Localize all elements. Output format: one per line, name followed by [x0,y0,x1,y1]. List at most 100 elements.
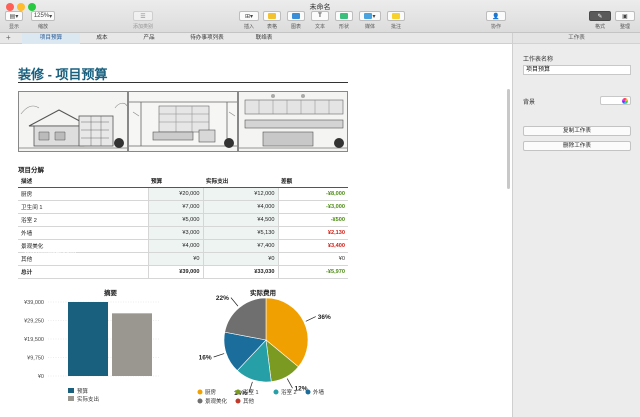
app-window: 未命名 ▤▾ 显示 125% ▾ 缩放 ☰ 添加类别 ⊞▾ 插入 表格 图表 T … [0,0,640,417]
y-tick-label: ¥0 [38,374,44,380]
column-header[interactable]: 差额 [278,175,348,189]
section-title[interactable]: 项目分解 [18,164,44,174]
summary-bar-chart[interactable]: ¥39,000 ¥29,250 ¥19,500 ¥9,750 ¥0 预算实际支出 [10,296,170,417]
column-header[interactable]: 实际支出 [203,175,278,189]
legend-swatch [235,398,241,404]
sheet-name-label: 工作表名称 [523,57,554,63]
callout-line [230,297,239,307]
legend-label: 厨房 [205,388,217,396]
legend-swatch [305,389,311,395]
row-description[interactable]: 卫生间 1 [18,200,148,215]
budget-table[interactable]: 描述 预算 实际支出 差额 厨房 ¥20,000 ¥12,000 -¥8,000 卫生间… [18,175,348,279]
shape-button[interactable]: 形状 [335,11,353,30]
row-budget[interactable]: ¥7,000 [147,200,203,215]
row-actual[interactable]: ¥12,000 [202,187,278,202]
column-header[interactable]: 预算 [148,175,203,189]
row-difference[interactable]: ¥3,400 [277,239,348,253]
insert-button[interactable]: ⊞▾ 插入 [239,11,259,30]
row-budget[interactable]: ¥5,000 [147,213,203,228]
row-actual[interactable]: ¥4,500 [202,213,278,228]
vertical-scrollbar[interactable] [507,89,510,189]
organize-button[interactable]: ▣ 整理 [615,11,635,30]
page-title[interactable]: 装修 - 项目预算 [18,64,108,83]
y-tick-label: ¥19,500 [24,337,44,343]
media-icon [364,13,373,19]
bar-1[interactable] [112,313,152,376]
view-menu-button[interactable]: ▤▾ 显示 [5,11,23,30]
title-divider [18,82,348,83]
table-row[interactable]: 厨房 ¥20,000 ¥12,000 -¥8,000 [18,187,348,202]
row-description[interactable]: 浴室 2 [18,213,148,228]
tab-contacts[interactable]: 联络表 [240,33,288,44]
list-icon: ☰ [140,13,146,20]
legend-swatch [197,398,203,404]
kitchen-image[interactable] [238,91,348,152]
tab-project-budget[interactable]: 项目预算 [22,33,80,44]
bar-0[interactable] [68,302,108,376]
text-button[interactable]: T 文本 [311,11,329,30]
table-body: 厨房 ¥20,000 ¥12,000 -¥8,000 卫生间 1 ¥7,000 ¥4,000… [18,187,348,279]
row-budget[interactable]: ¥4,000 [147,239,203,253]
table-icon [268,13,276,19]
total-difference[interactable]: -¥5,970 [277,264,348,279]
expense-pie-chart[interactable]: 36%12%14%16%22%厨房 浴室 1 浴室 2 外墙景观美化 其他 [180,295,370,417]
media-button[interactable]: ▾ 媒体 [359,11,381,30]
row-description[interactable]: 外墙 [18,226,148,240]
table-button[interactable]: 表格 [263,11,281,30]
row-description[interactable]: 厨房 [18,187,148,202]
living-room-image[interactable] [128,91,238,152]
table-row[interactable]: 外墙 ¥3,000 ¥5,130 ¥2,130 [18,226,348,240]
watermark-text: www.MacZ.com [24,248,77,255]
row-budget[interactable]: ¥0 [147,252,203,266]
chevron-down-icon: ▾ [49,13,53,20]
color-wheel-icon[interactable] [622,98,628,104]
total-budget[interactable]: ¥39,000 [147,264,203,279]
row-difference[interactable]: ¥2,130 [277,226,348,240]
tab-sheet[interactable]: 工作表 [513,33,640,44]
total-label[interactable]: 总计 [18,264,148,279]
format-button[interactable]: ✎ 格式 [589,11,611,30]
format-sidebar: 工作表 工作表名称 项目预算 背景 复制工作表 删除工作表 [512,33,640,417]
image-icon [334,138,344,148]
callout-line [286,378,293,389]
column-header[interactable]: 描述 [18,175,148,189]
add-sheet-button[interactable]: + [6,33,11,43]
comment-button[interactable]: 批注 [387,11,405,30]
duplicate-sheet-button[interactable]: 复制工作表 [523,126,631,136]
add-category-button[interactable]: ☰ 添加类别 [133,11,153,30]
sheet-tab-bar: + 项目预算 成本 产品 待办事项列表 联络表 [0,33,512,44]
table-row[interactable]: 浴室 2 ¥5,000 ¥4,500 -¥500 [18,213,348,228]
total-actual[interactable]: ¥33,030 [202,264,278,279]
sidebar-view-icon: ▤▾ [9,13,19,20]
row-actual[interactable]: ¥0 [202,252,278,266]
table-total-row[interactable]: 总计 ¥39,000 ¥33,030 -¥5,970 [18,264,348,279]
chart-button[interactable]: 图表 [287,11,305,30]
legend-swatch [68,396,74,401]
pie-percent-label: 22% [216,295,229,302]
row-actual[interactable]: ¥5,130 [202,226,278,240]
sheet-name-input[interactable]: 项目预算 [523,65,631,75]
collaborate-button[interactable]: 👤 协作 [486,11,506,30]
row-difference[interactable]: ¥0 [277,252,348,266]
row-difference[interactable]: -¥8,000 [277,187,348,202]
row-difference[interactable]: -¥3,000 [277,200,348,215]
tab-todo-list[interactable]: 待办事项列表 [174,33,240,44]
delete-sheet-button[interactable]: 删除工作表 [523,141,631,151]
row-actual[interactable]: ¥7,400 [202,239,278,253]
row-budget[interactable]: ¥3,000 [147,226,203,240]
paintbrush-icon: ✎ [597,13,603,20]
row-budget[interactable]: ¥20,000 [147,187,203,202]
background-color-well[interactable] [600,96,631,105]
organize-icon: ▣ [622,13,628,20]
legend-swatch [197,389,203,395]
tab-products[interactable]: 产品 [124,33,174,44]
y-tick-label: ¥39,000 [24,300,44,306]
row-actual[interactable]: ¥4,000 [202,200,278,215]
zoom-select[interactable]: 125% ▾ 缩放 [31,11,55,30]
chart-icon [292,13,300,19]
tab-cost[interactable]: 成本 [80,33,124,44]
text-icon: T [318,13,322,19]
row-difference[interactable]: -¥500 [277,213,348,228]
house-exterior-image[interactable] [18,91,128,152]
table-row[interactable]: 卫生间 1 ¥7,000 ¥4,000 -¥3,000 [18,200,348,215]
